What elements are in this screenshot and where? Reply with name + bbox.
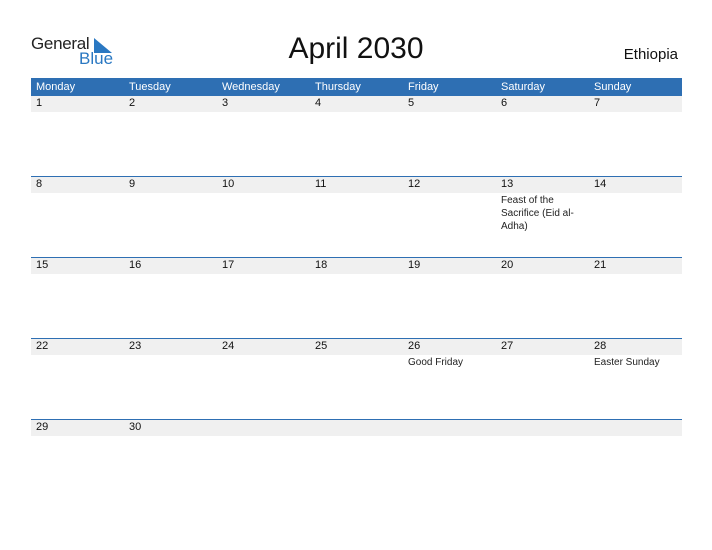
day-cell: 24 [217,339,310,419]
day-number: 16 [129,259,142,271]
weekday-friday: Friday [408,81,439,93]
day-number: 4 [315,97,322,109]
day-cell: 28 Easter Sunday [589,339,682,419]
day-cell: 29 [31,420,124,500]
holiday-event: Good Friday [408,357,464,368]
day-number: 11 [315,178,327,190]
day-cell: 17 [217,258,310,338]
day-cell: 5 [403,96,496,176]
day-cell: 3 [217,96,310,176]
week-row: 15 16 17 18 19 20 21 [31,257,682,339]
day-cell: 4 [310,96,403,176]
day-cell: 21 [589,258,682,338]
day-number: 21 [594,259,607,271]
week-row: 22 23 24 25 26 Good Friday 27 28 Easter Sunday [31,338,682,420]
weekday-wednesday: Wednesday [222,81,280,93]
weekday-monday: Monday [36,81,76,93]
day-cell: 18 [310,258,403,338]
day-cell: 23 [124,339,217,419]
day-number: 1 [36,97,43,109]
day-cell: 26 Good Friday [403,339,496,419]
day-number: 29 [36,421,49,433]
week-row: 8 9 10 11 12 13 Feast of the Sacrifice (Eid al… [31,176,682,258]
weekday-header: Monday Tuesday Wednesday Thursday Friday… [31,78,682,96]
page-title: April 2030 [288,32,424,65]
holiday-event: Easter Sunday [594,357,660,368]
weekday-tuesday: Tuesday [129,81,171,93]
day-number: 22 [36,340,49,352]
day-number: 25 [315,340,328,352]
country-label: Ethiopia [623,46,678,63]
day-cell: 15 [31,258,124,338]
day-cell: 27 [496,339,589,419]
day-cell: 12 [403,177,496,257]
holiday-event: Feast of the Sacrifice (Eid al-Adha) [501,195,574,232]
day-number: 19 [408,259,421,271]
week-row: 1 2 3 4 5 6 7 [31,96,682,177]
day-number: 6 [501,97,508,109]
day-number: 18 [315,259,328,271]
day-cell: 9 [124,177,217,257]
day-number: 9 [129,178,136,190]
day-number: 13 [501,178,514,190]
day-cell: 22 [31,339,124,419]
day-cell: 11 [310,177,403,257]
weekday-saturday: Saturday [501,81,546,93]
day-number: 15 [36,259,49,271]
day-number: 23 [129,340,142,352]
day-cell: 13 Feast of the Sacrifice (Eid al-Adha) [496,177,589,257]
day-cell: 20 [496,258,589,338]
day-cell: 14 [589,177,682,257]
day-number: 28 [594,340,607,352]
day-cell: 7 [589,96,682,176]
weekday-thursday: Thursday [315,81,361,93]
day-cell: 10 [217,177,310,257]
day-cell: 30 [124,420,217,500]
day-cell: 25 [310,339,403,419]
day-number: 20 [501,259,514,271]
day-number: 10 [222,178,235,190]
day-cell: 2 [124,96,217,176]
day-number: 2 [129,97,136,109]
day-number: 12 [408,178,421,190]
day-number: 14 [594,178,607,190]
day-cell: 6 [496,96,589,176]
day-cell: 16 [124,258,217,338]
day-number: 26 [408,340,421,352]
day-number: 17 [222,259,235,271]
day-number: 5 [408,97,415,109]
day-number: 3 [222,97,229,109]
weekday-sunday: Sunday [594,81,632,93]
day-number: 27 [501,340,514,352]
day-cell: 1 [31,96,124,176]
day-cell: 19 [403,258,496,338]
day-number: 8 [36,178,43,190]
day-number: 24 [222,340,235,352]
day-number: 7 [594,97,601,109]
day-number: 30 [129,421,142,433]
day-cell: 8 [31,177,124,257]
week-row: 29 30 [31,419,682,501]
